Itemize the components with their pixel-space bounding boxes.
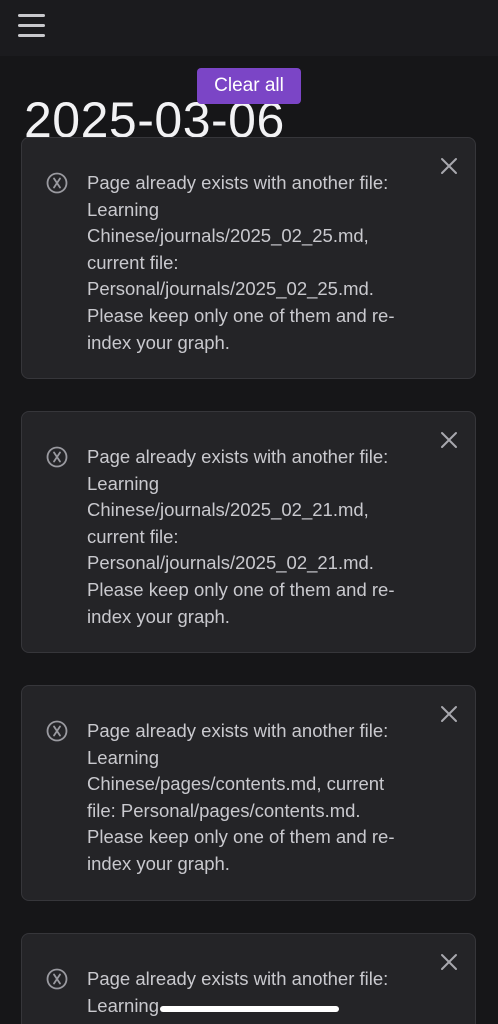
menu-line xyxy=(18,14,45,17)
app-screen: 2025-03-06 Clear all Page already exists… xyxy=(0,0,498,1024)
notification-card: Page already exists with another file: L… xyxy=(21,137,476,379)
circle-x-icon xyxy=(46,968,68,990)
circle-x-icon xyxy=(46,172,68,194)
top-bar xyxy=(0,0,498,56)
close-icon[interactable] xyxy=(439,704,459,724)
circle-x-icon xyxy=(46,720,68,742)
circle-x-icon xyxy=(46,446,68,468)
notification-card: Page already exists with another file: L… xyxy=(21,685,476,901)
close-icon[interactable] xyxy=(439,430,459,450)
notification-message: Page already exists with another file: L… xyxy=(87,446,395,627)
close-icon[interactable] xyxy=(439,952,459,972)
menu-line xyxy=(18,24,45,27)
menu-line xyxy=(18,34,45,37)
clear-all-button[interactable]: Clear all xyxy=(197,68,301,104)
close-icon[interactable] xyxy=(439,156,459,176)
home-indicator[interactable] xyxy=(160,1006,339,1012)
menu-button[interactable] xyxy=(18,14,46,38)
notification-message: Page already exists with another file: L… xyxy=(87,172,395,353)
notification-card: Page already exists with another file: L… xyxy=(21,411,476,653)
notification-message: Page already exists with another file: L… xyxy=(87,720,395,874)
